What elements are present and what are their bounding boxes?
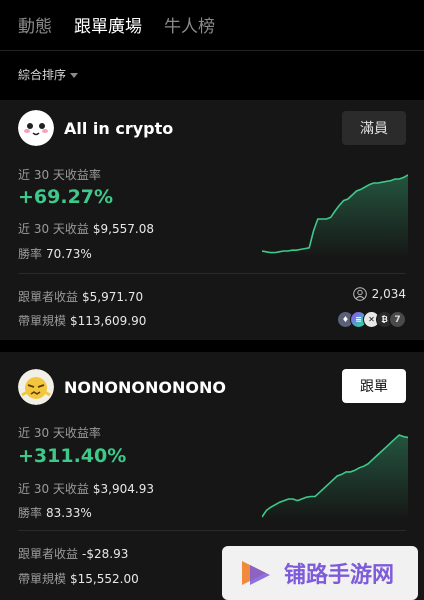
aum-value: $15,552.00 (70, 572, 139, 586)
full-button[interactable]: 滿員 (342, 111, 406, 145)
followers-value: 2,034 (371, 287, 406, 301)
trader-header: All in crypto (18, 110, 173, 146)
winrate-stat: 勝率 83.33% (18, 504, 92, 521)
pnl-label: 近 30 天收益 (18, 482, 89, 496)
followers-count: 2,034 (352, 287, 406, 301)
pnl-stat: 近 30 天收益 $3,904.93 (18, 480, 154, 497)
trader-card[interactable]: All in crypto 滿員 近 30 天收益率 +69.27% 近 30 … (0, 100, 424, 340)
follower-pnl-stat: 跟單者收益 $5,971.70 (18, 288, 143, 305)
pnl-value: $9,557.08 (92, 222, 154, 236)
aum-stat: 帶單規模 $15,552.00 (18, 570, 139, 587)
return-label: 近 30 天收益率 (18, 168, 101, 182)
aum-label: 帶單規模 (18, 572, 67, 586)
winrate-stat: 勝率 70.73% (18, 245, 92, 262)
sparkline-area (262, 175, 408, 258)
follower-pnl-stat: 跟單者收益 -$28.93 (18, 545, 128, 562)
watermark-overlay: 铺路手游网 (222, 546, 418, 600)
return-label: 近 30 天收益率 (18, 426, 101, 440)
top-tabs: 動態 跟單廣場 牛人榜 (18, 12, 215, 37)
winrate-label: 勝率 (18, 506, 43, 520)
tab-feed[interactable]: 動態 (18, 12, 52, 37)
aum-stat: 帶單規模 $113,609.90 (18, 312, 146, 329)
card-separator (18, 530, 406, 531)
user-icon (352, 287, 367, 301)
follower-pnl-value: $5,971.70 (82, 290, 144, 304)
card-separator (18, 273, 406, 274)
follower-pnl-label: 跟單者收益 (18, 547, 79, 561)
tab-leaderboard[interactable]: 牛人榜 (164, 12, 215, 37)
trader-header: NONONONONONO (18, 369, 226, 405)
trader-name[interactable]: All in crypto (64, 119, 173, 138)
sort-label: 綜合排序 (18, 68, 67, 82)
tab-copy-trading-square[interactable]: 跟單廣場 (74, 12, 142, 37)
tabs-divider (0, 50, 424, 51)
pnl-stat: 近 30 天收益 $9,557.08 (18, 220, 154, 237)
sort-dropdown[interactable]: 綜合排序 (18, 66, 79, 83)
trader-avatar (18, 369, 54, 405)
follower-pnl-value: -$28.93 (82, 547, 129, 561)
trader-avatar (18, 110, 54, 146)
watermark-text: 铺路手游网 (284, 563, 395, 588)
winrate-value: 83.33% (46, 506, 92, 520)
return-percentage: +311.40% (18, 445, 127, 467)
watermark-logo-icon (242, 561, 270, 585)
aum-label: 帶單規模 (18, 314, 67, 328)
winrate-value: 70.73% (46, 247, 92, 261)
pnl-sparkline (262, 434, 408, 520)
winrate-label: 勝率 (18, 247, 43, 261)
pnl-value: $3,904.93 (92, 482, 154, 496)
extra-coins-badge: 7 (389, 311, 406, 328)
trader-name[interactable]: NONONONONONO (64, 378, 226, 397)
traded-coins: ♦ ≡ ✕ ₿ 7 (337, 311, 406, 328)
pnl-sparkline (262, 174, 408, 258)
follower-pnl-label: 跟單者收益 (18, 290, 79, 304)
follow-button[interactable]: 跟單 (342, 369, 406, 403)
aum-value: $113,609.90 (70, 314, 147, 328)
pnl-label: 近 30 天收益 (18, 222, 89, 236)
return-percentage: +69.27% (18, 186, 114, 208)
caret-down-icon (70, 73, 79, 78)
